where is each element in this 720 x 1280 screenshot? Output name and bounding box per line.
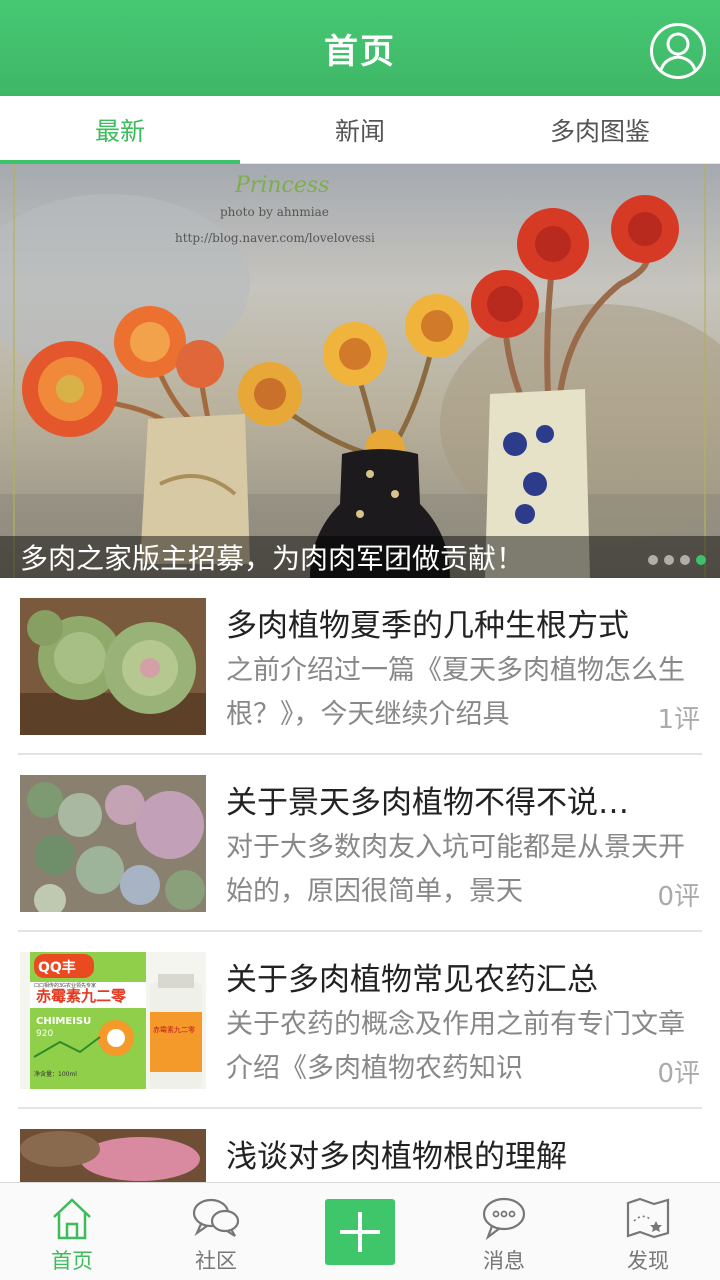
category-tabs: 最新 新闻 多肉图鉴 — [0, 96, 720, 164]
nav-discover[interactable]: 发现 — [576, 1183, 720, 1280]
list-item[interactable]: 浅谈对多肉植物根的理解 — [18, 1109, 702, 1182]
article-thumbnail: QQ丰 赤霉素九二零 CHIMEISU 920 口口相传的3G农业领先专家 净含… — [20, 952, 206, 1089]
post-button[interactable] — [325, 1199, 395, 1265]
article-list: 多肉植物夏季的几种生根方式 之前介绍过一篇《夏天多肉植物怎么生根？》，今天继续介… — [0, 578, 720, 1182]
map-icon — [626, 1197, 670, 1239]
banner-image: Princess photo by ahnmiae http://blog.na… — [0, 164, 720, 578]
comment-count: 1评 — [651, 699, 700, 736]
banner-caption: 多肉之家版主招募，为肉肉军团做贡献！ — [0, 536, 720, 578]
page-title: 首页 — [324, 31, 396, 72]
article-thumbnail — [20, 598, 206, 735]
watermark-credit: photo by ahnmiae — [220, 205, 329, 219]
article-summary: 之前介绍过一篇《夏天多肉植物怎么生根？》，今天继续介绍具 — [226, 655, 685, 730]
tab-latest[interactable]: 最新 — [0, 96, 240, 164]
thumb-latin: CHIMEISU — [36, 1016, 91, 1027]
list-item[interactable]: 关于景天多肉植物不得不说… 对于大多数肉友入坑可能都是从景天开始的，原因很简单，… — [18, 755, 702, 932]
article-title: 多肉植物夏季的几种生根方式 — [226, 608, 629, 644]
tab-succulent-guide[interactable]: 多肉图鉴 — [480, 96, 720, 163]
thumb-code: 920 — [36, 1029, 53, 1039]
carousel-dot[interactable] — [664, 555, 674, 565]
bottom-nav: 首页 社区 消息 发现 — [0, 1182, 720, 1280]
carousel-dot[interactable] — [680, 555, 690, 565]
article-title: 关于景天多肉植物不得不说… — [226, 785, 629, 821]
banner-carousel[interactable]: Princess photo by ahnmiae http://blog.na… — [0, 164, 720, 578]
list-item[interactable]: 多肉植物夏季的几种生根方式 之前介绍过一篇《夏天多肉植物怎么生根？》，今天继续介… — [18, 578, 702, 755]
nav-community[interactable]: 社区 — [144, 1183, 288, 1280]
nav-post[interactable] — [288, 1183, 432, 1280]
nav-label: 社区 — [195, 1249, 237, 1273]
nav-messages[interactable]: 消息 — [432, 1183, 576, 1280]
carousel-dot-active[interactable] — [696, 555, 706, 565]
thumb-bottle-label: 赤霉素九二零 — [153, 1025, 195, 1034]
app-header: 首页 — [0, 0, 720, 96]
message-icon — [482, 1197, 526, 1241]
article-summary: 对于大多数肉友入坑可能都是从景天开始的，原因很简单，景天 — [226, 832, 685, 907]
watermark-url: http://blog.naver.com/lovelovessi — [175, 231, 375, 245]
tab-news[interactable]: 新闻 — [240, 96, 480, 163]
nav-label: 首页 — [51, 1249, 93, 1273]
thumb-brand: QQ丰 — [38, 959, 76, 976]
nav-label: 发现 — [627, 1249, 669, 1273]
list-item[interactable]: QQ丰 赤霉素九二零 CHIMEISU 920 口口相传的3G农业领先专家 净含… — [18, 932, 702, 1109]
article-summary: 关于农药的概念及作用之前有专门文章介绍《多肉植物农药知识 — [226, 1009, 685, 1084]
chat-bubbles-icon — [192, 1198, 240, 1237]
thumb-small-text: 口口相传的3G农业领先专家 — [34, 982, 96, 989]
comment-count: 0评 — [651, 876, 700, 913]
thumb-volume: 净含量：100ml — [34, 1070, 77, 1078]
nav-home[interactable]: 首页 — [0, 1183, 144, 1280]
carousel-dots — [648, 555, 706, 565]
nav-label: 消息 — [483, 1249, 525, 1273]
home-icon — [53, 1198, 91, 1240]
plus-icon — [340, 1212, 380, 1252]
thumb-product-name: 赤霉素九二零 — [36, 987, 127, 1005]
comment-count: 0评 — [651, 1053, 700, 1090]
article-title: 关于多肉植物常见农药汇总 — [226, 962, 598, 998]
article-thumbnail — [20, 775, 206, 912]
article-title: 浅谈对多肉植物根的理解 — [226, 1139, 567, 1175]
carousel-dot[interactable] — [648, 555, 658, 565]
user-avatar-icon[interactable] — [650, 23, 706, 79]
watermark-title: Princess — [234, 173, 329, 198]
article-thumbnail — [20, 1129, 206, 1182]
